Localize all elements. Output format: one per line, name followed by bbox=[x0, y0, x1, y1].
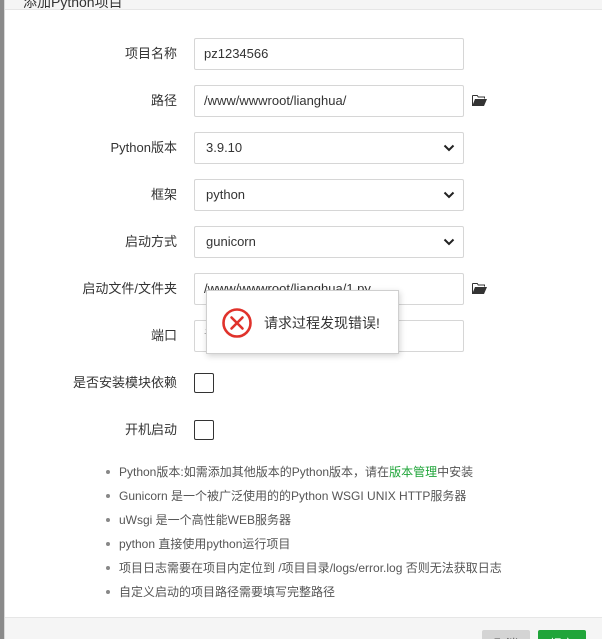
chevron-down-icon bbox=[443, 144, 455, 152]
error-circle-icon bbox=[222, 308, 252, 338]
error-toast: 请求过程发现错误! bbox=[206, 290, 399, 354]
start-method-label: 启动方式 bbox=[124, 234, 177, 249]
help-item: uWsgi 是一个高性能WEB服务器 bbox=[101, 508, 591, 532]
project-name-label: 项目名称 bbox=[124, 46, 177, 61]
help-item: 自定义启动的项目路径需要填写完整路径 bbox=[101, 580, 591, 604]
help-text: 中安装 bbox=[437, 465, 474, 479]
autostart-checkbox[interactable] bbox=[194, 420, 214, 440]
row-start-method: 启动方式 gunicorn bbox=[5, 226, 602, 258]
port-label: 端口 bbox=[150, 328, 177, 343]
folder-open-icon[interactable] bbox=[472, 94, 487, 107]
row-python-version: Python版本 3.9.10 bbox=[5, 132, 602, 164]
python-version-value: 3.9.10 bbox=[206, 140, 243, 155]
help-item: Python版本:如需添加其他版本的Python版本，请在版本管理中安装 bbox=[101, 460, 591, 484]
folder-open-icon[interactable] bbox=[472, 282, 487, 295]
install-deps-checkbox[interactable] bbox=[194, 373, 214, 393]
row-path: 路径 /www/wwwroot/lianghua/ bbox=[5, 85, 602, 117]
install-deps-label: 是否安装模块依赖 bbox=[72, 375, 177, 390]
submit-button[interactable]: 提交 bbox=[538, 630, 586, 639]
start-method-value: gunicorn bbox=[206, 234, 256, 249]
path-label: 路径 bbox=[150, 93, 177, 108]
row-install-deps: 是否安装模块依赖 bbox=[5, 367, 602, 399]
framework-value: python bbox=[206, 187, 246, 202]
python-version-label: Python版本 bbox=[110, 140, 177, 155]
start-method-select[interactable]: gunicorn bbox=[194, 226, 464, 258]
cancel-button[interactable]: 取消 bbox=[482, 630, 530, 639]
dialog-title: 添加Python项目 bbox=[23, 0, 123, 10]
chevron-down-icon bbox=[443, 191, 455, 199]
help-text: Python版本:如需添加其他版本的Python版本，请在 bbox=[119, 465, 390, 479]
start-file-label: 启动文件/文件夹 bbox=[82, 281, 177, 296]
row-framework: 框架 python bbox=[5, 179, 602, 211]
help-item: python 直接使用python运行项目 bbox=[101, 532, 591, 556]
project-name-input[interactable]: pz1234566 bbox=[194, 38, 464, 70]
chevron-down-icon bbox=[443, 238, 455, 246]
help-item: Gunicorn 是一个被广泛使用的的Python WSGI UNIX HTTP… bbox=[101, 484, 591, 508]
row-autostart: 开机启动 bbox=[5, 414, 602, 446]
dialog-header: 添加Python项目 bbox=[5, 0, 602, 10]
python-version-select[interactable]: 3.9.10 bbox=[194, 132, 464, 164]
help-item: 项目日志需要在项目内定位到 /项目目录/logs/error.log 否则无法获… bbox=[101, 556, 591, 580]
autostart-label: 开机启动 bbox=[124, 422, 177, 437]
path-input[interactable]: /www/wwwroot/lianghua/ bbox=[194, 85, 464, 117]
dialog-footer: 取消 提交 bbox=[5, 617, 602, 639]
help-list: Python版本:如需添加其他版本的Python版本，请在版本管理中安装 Gun… bbox=[101, 460, 591, 604]
toast-message: 请求过程发现错误! bbox=[264, 315, 380, 331]
framework-select[interactable]: python bbox=[194, 179, 464, 211]
framework-label: 框架 bbox=[150, 187, 177, 202]
add-python-project-dialog: 添加Python项目 项目名称 pz1234566 路径 /www/wwwroo… bbox=[4, 0, 602, 639]
version-manage-link[interactable]: 版本管理 bbox=[389, 465, 437, 479]
row-project-name: 项目名称 pz1234566 bbox=[5, 38, 602, 70]
